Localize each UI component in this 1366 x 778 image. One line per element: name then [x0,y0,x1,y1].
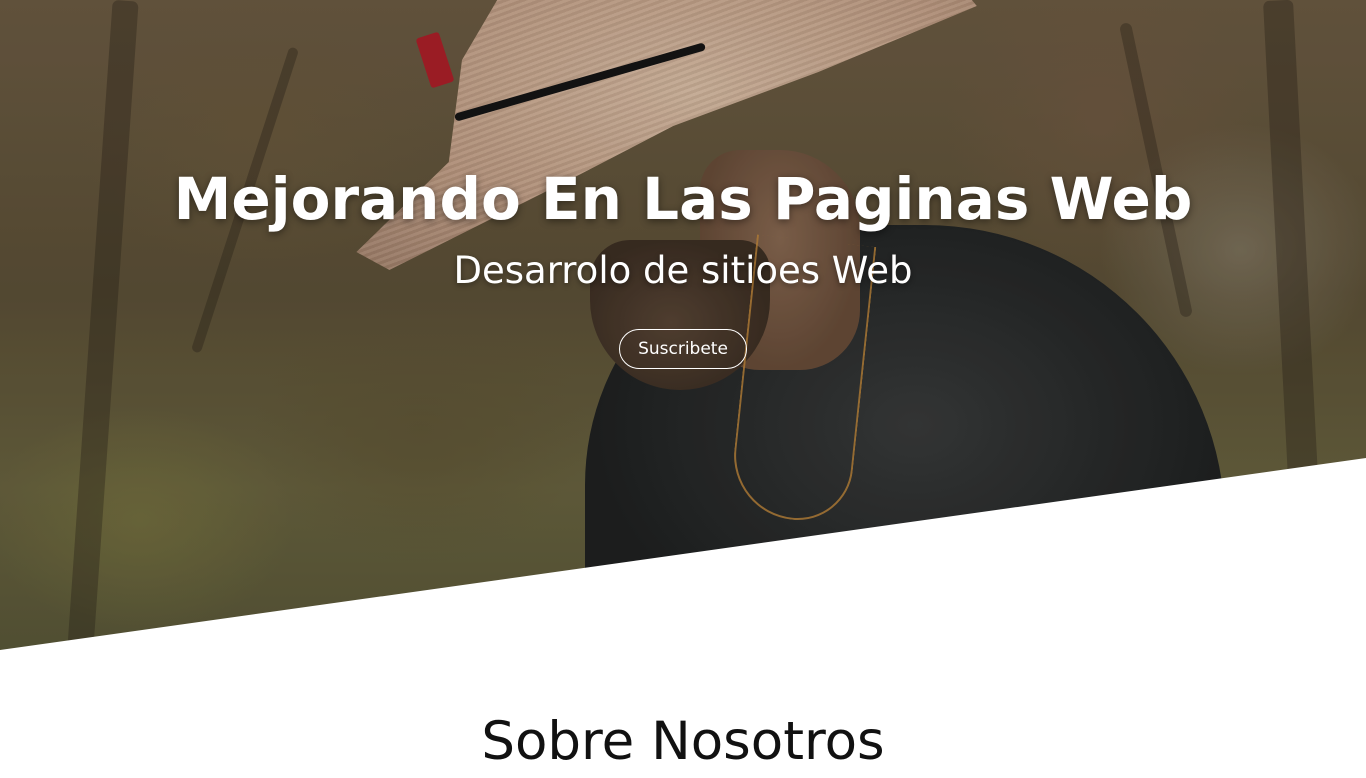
hero-overlay [0,0,1366,650]
about-heading: Sobre Nosotros [481,711,885,772]
hero-subtitle: Desarrolo de sitioes Web [453,249,913,292]
subscribe-button[interactable]: Suscribete [619,329,747,369]
hero-section: Mejorando En Las Paginas Web Desarrolo d… [0,0,1366,650]
hero-title: Mejorando En Las Paginas Web [173,165,1193,233]
